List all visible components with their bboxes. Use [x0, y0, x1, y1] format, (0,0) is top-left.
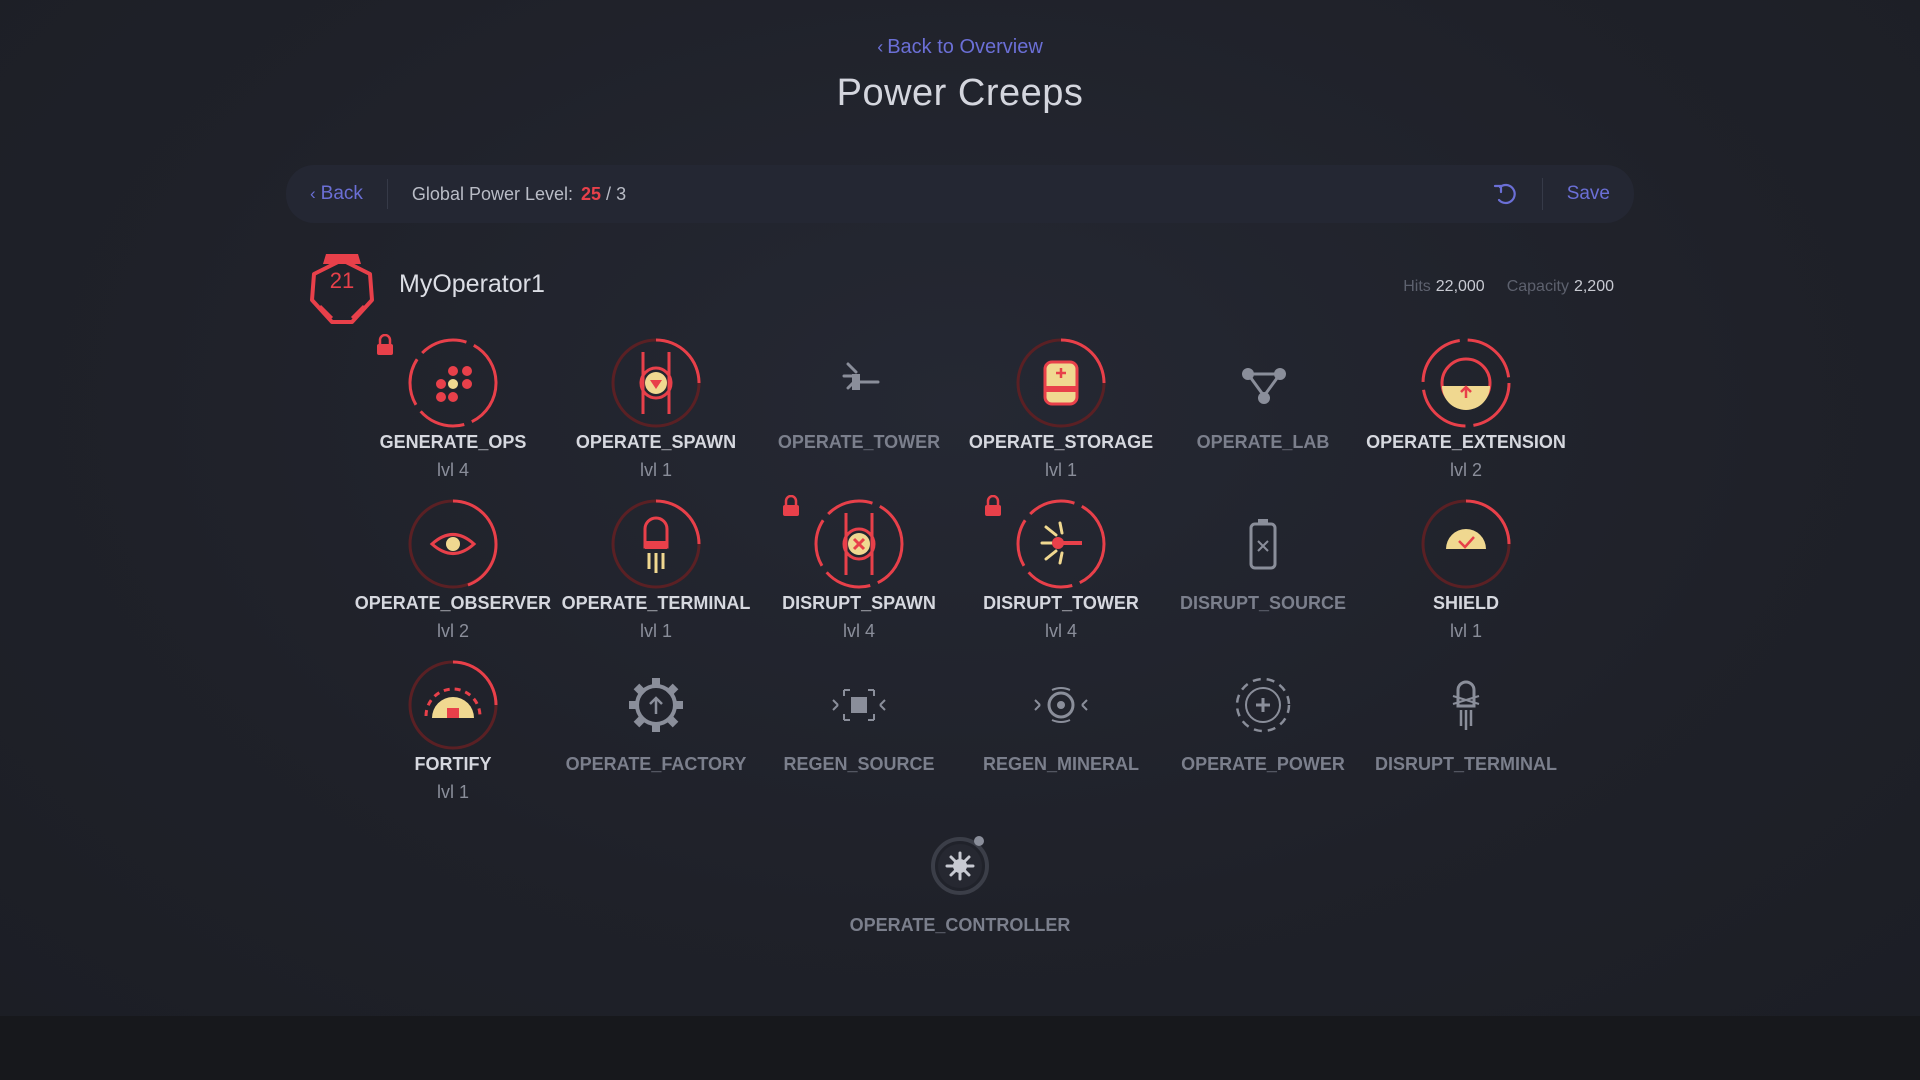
disrupt-spawn-icon [814, 499, 904, 589]
hits-label: Hits [1403, 278, 1431, 295]
operate-power-icon [1235, 677, 1291, 733]
back-button[interactable]: ‹ Back [310, 179, 388, 209]
lock-icon [985, 495, 1001, 516]
toolbar: ‹ Back Global Power Level: 25/3 Save [286, 165, 1634, 223]
power-level: lvl 1 [639, 460, 672, 480]
extension-icon [1421, 338, 1511, 428]
regen-mineral-icon [1034, 687, 1088, 723]
disrupt-terminal-icon [1452, 680, 1480, 730]
creep-name: MyOperator1 [399, 270, 545, 298]
power-name: OPERATE_CONTROLLER [849, 915, 1071, 935]
lock-icon [377, 334, 393, 355]
undo-icon [1493, 183, 1516, 205]
disrupt-tower-icon [1016, 499, 1106, 589]
chevron-left-icon: ‹ [310, 184, 316, 203]
power-level: lvl 2 [1449, 460, 1482, 480]
chevron-left-icon: ‹ [877, 37, 884, 57]
global-power-max: 3 [616, 183, 627, 204]
fortify-icon [408, 660, 498, 750]
undo-button[interactable] [1490, 178, 1543, 210]
power-name: DISRUPT_TERMINAL [1374, 754, 1557, 774]
global-power-level: Global Power Level: 25/3 [412, 184, 626, 205]
ops-dots-icon [408, 338, 498, 428]
power-level: lvl 2 [436, 621, 469, 641]
controller-icon [931, 836, 989, 895]
lab-icon [1242, 368, 1286, 404]
tower-icon [842, 362, 880, 390]
back-to-overview-link[interactable]: ‹ Back to Overview [0, 36, 1920, 59]
power-level: lvl 4 [1044, 621, 1077, 641]
page-title: Power Creeps [836, 72, 1084, 114]
power-level: lvl 4 [436, 460, 469, 480]
regen-source-icon [832, 689, 886, 721]
power-level: lvl 1 [436, 782, 469, 802]
factory-gear-icon [629, 678, 683, 732]
capacity-label: Capacity [1506, 278, 1569, 295]
back-to-overview-label: Back to Overview [887, 36, 1043, 58]
power-name: SHIELD [1432, 593, 1499, 613]
back-button-label: Back [320, 183, 363, 204]
storage-icon [1016, 338, 1106, 428]
spawn-icon [611, 338, 701, 428]
creep-level: 21 [329, 268, 355, 293]
battery-icon [1249, 519, 1277, 570]
power-level: lvl 1 [639, 621, 672, 641]
lock-icon [783, 495, 799, 516]
power-level: lvl 1 [1044, 460, 1077, 480]
global-power-label: Global Power Level: [411, 183, 574, 204]
eye-icon [408, 499, 498, 589]
creep-header: 21 MyOperator1 Hits 22,000 Capacity 2,200 [306, 250, 1614, 326]
global-power-current: 25 [581, 183, 602, 204]
capacity-value: 2,200 [1573, 278, 1614, 295]
hits-value: 22,000 [1435, 278, 1485, 295]
save-button[interactable]: Save [1567, 183, 1610, 205]
power-level: lvl 4 [842, 621, 875, 641]
power-name: OPERATE_EXTENSION [1366, 432, 1566, 452]
footer-band [0, 1016, 1920, 1080]
global-power-separator: / [606, 183, 612, 204]
terminal-icon [611, 499, 701, 589]
power-level: lvl 1 [1449, 621, 1482, 641]
creep-stats: Hits 22,000 Capacity 2,200 [1403, 278, 1614, 296]
shield-icon [1421, 499, 1511, 589]
